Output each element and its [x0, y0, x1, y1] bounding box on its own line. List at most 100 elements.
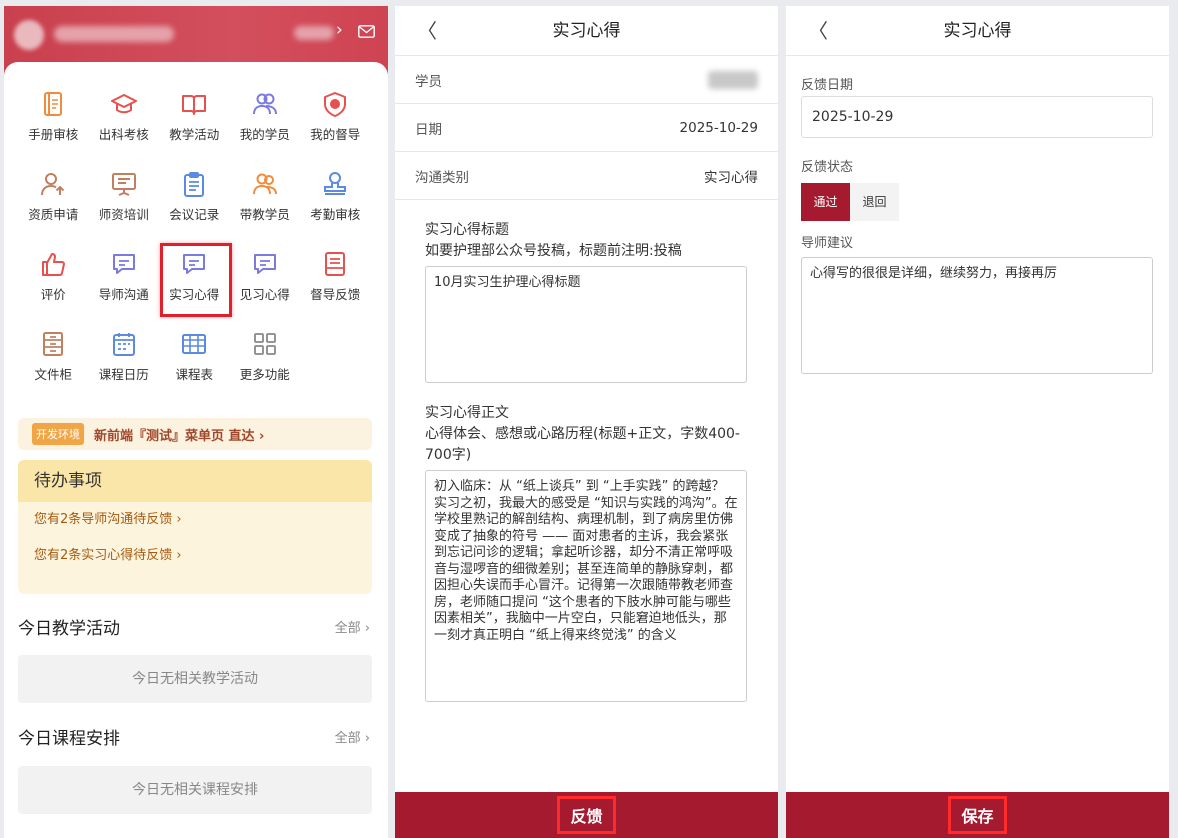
feedback-status-label: 反馈状态 — [801, 160, 854, 175]
apps-grid-icon — [253, 333, 276, 355]
teaching-students-icon — [252, 173, 277, 195]
feedback-button[interactable]: 反馈 — [557, 796, 616, 834]
back-arrow-icon[interactable]: 〈 — [808, 6, 828, 56]
page-title: 实习心得 — [943, 21, 1012, 41]
grid-item-label: 见习心得 — [239, 288, 290, 302]
grid-item-19[interactable]: 更多功能 — [230, 320, 301, 400]
feedback-date-label: 反馈日期 — [801, 78, 854, 93]
grid-item-7[interactable]: 师资培训 — [89, 160, 160, 240]
essay-body-hint: 心得体会、感想或心路历程(标题+正文，字数400-700字) — [425, 426, 740, 463]
grid-item-12[interactable]: 导师沟通 — [89, 240, 160, 320]
chevron-right-icon[interactable]: › — [336, 20, 343, 40]
user-role-blurred — [294, 26, 334, 40]
open-book-icon — [182, 95, 207, 115]
feedback-form-icon — [325, 252, 346, 276]
grid-item-4[interactable]: 我的学员 — [230, 80, 301, 160]
grid-item-18[interactable]: 课程表 — [159, 320, 230, 400]
grid-item-15[interactable]: 督导反馈 — [300, 240, 371, 320]
essay-body-textarea[interactable]: 初入临床：从 “纸上谈兵” 到 “上手实践” 的跨越？ 实习之初，我最大的感受是… — [425, 470, 747, 702]
clipboard-icon — [184, 172, 205, 197]
today-activity-title: 今日教学活动 — [18, 619, 120, 639]
user-upload-icon — [41, 173, 65, 196]
user-name-blurred — [54, 26, 174, 42]
status-return-button[interactable]: 退回 — [850, 183, 899, 221]
essay-title-block: 实习心得标题 如要护理部公众号投稿，标题前注明:投稿 10月实习生护理心得标题 — [425, 220, 747, 387]
function-grid: 手册审核 出科考核 教学活动 我的学员 我的督导资质申请 师资培训 会议记录 带教学员 考勤审核… — [4, 80, 388, 400]
grid-item-label: 评价 — [40, 288, 66, 302]
feedback-screen: 〈 实习心得 反馈日期 反馈状态 通过 退回 导师建议 心得写的很很是详细，继续… — [786, 6, 1169, 838]
today-activity-empty: 今日无相关教学活动 — [18, 655, 372, 703]
status-pass-button[interactable]: 通过 — [801, 183, 850, 221]
grid-item-label: 督导反馈 — [310, 288, 361, 302]
feedback-status-toggle: 通过 退回 — [801, 183, 899, 221]
dev-env-tag: 开发环境 — [32, 423, 84, 445]
dev-env-banner[interactable]: 开发环境 新前端『测试』菜单页 直达 › — [18, 418, 372, 450]
page-title: 实习心得 — [552, 21, 621, 41]
type-value: 实习心得 — [704, 169, 758, 186]
save-button[interactable]: 保存 — [948, 796, 1007, 834]
graduation-cap-icon — [110, 94, 137, 114]
handbook-icon — [44, 92, 63, 116]
student-label: 学员 — [415, 73, 442, 90]
today-course-all-link[interactable]: 全部 › — [335, 727, 370, 746]
grid-item-14[interactable]: 见习心得 — [230, 240, 301, 320]
date-row: 日期 2025-10-29 — [395, 104, 778, 152]
grid-item-label: 文件柜 — [34, 368, 72, 382]
stamp-icon — [324, 172, 347, 195]
function-grid-row: 文件柜 课程日历 课程表 更多功能 — [4, 320, 388, 400]
today-activity-all-link[interactable]: 全部 › — [335, 617, 370, 636]
nav-bar: 〈 实习心得 — [395, 6, 778, 56]
grid-item-1[interactable]: 手册审核 — [18, 80, 89, 160]
grid-item-17[interactable]: 课程日历 — [89, 320, 160, 400]
today-course-empty: 今日无相关课程安排 — [18, 766, 372, 814]
grid-item-11[interactable]: 评价 — [18, 240, 89, 320]
shield-icon — [324, 92, 347, 117]
reflection-detail-screen: 〈 实习心得 学员 日期 2025-10-29 沟通类别 实习心得 实习心得标题… — [395, 6, 778, 838]
students-icon — [252, 93, 277, 115]
file-cabinet-icon — [43, 332, 64, 356]
todo-item-internship-reflection[interactable]: 您有2条实习心得待反馈 › — [18, 538, 372, 574]
home-screen: › 手册审核 出科考核 教学活动 我的学员 我的督导资质申请 师资培训 会议记录 带教学员 考勤… — [4, 6, 388, 838]
essay-body-block: 实习心得正文 心得体会、感想或心路历程(标题+正文，字数400-700字) 初入… — [425, 403, 747, 706]
avatar[interactable] — [14, 20, 44, 50]
grid-item-label: 带教学员 — [239, 208, 290, 222]
calendar-icon — [112, 333, 135, 356]
grid-item-label: 更多功能 — [239, 368, 290, 382]
essay-title-label: 实习心得标题 — [425, 222, 509, 238]
advice-label: 导师建议 — [801, 236, 854, 251]
grid-item-label: 课程日历 — [98, 368, 149, 382]
grid-item-label: 实习心得 — [169, 288, 220, 302]
grid-item-2[interactable]: 出科考核 — [89, 80, 160, 160]
dev-env-link[interactable]: 新前端『测试』菜单页 直达 › — [94, 425, 264, 444]
grid-item-16[interactable]: 文件柜 — [18, 320, 89, 400]
essay-title-hint: 如要护理部公众号投稿，标题前注明:投稿 — [425, 243, 682, 259]
grid-item-9[interactable]: 带教学员 — [230, 160, 301, 240]
todo-title: 待办事项 — [18, 460, 372, 502]
student-row: 学员 — [395, 56, 778, 104]
date-label: 日期 — [415, 121, 442, 138]
grid-item-label: 会议记录 — [169, 208, 220, 222]
grid-item-8[interactable]: 会议记录 — [159, 160, 230, 240]
grid-item-13[interactable]: 实习心得 — [159, 240, 232, 320]
grid-item-label: 我的学员 — [239, 128, 290, 142]
bottom-action-bar: 反馈 — [395, 792, 778, 838]
bottom-action-bar: 保存 — [786, 792, 1169, 838]
back-arrow-icon[interactable]: 〈 — [417, 6, 437, 56]
type-row: 沟通类别 实习心得 — [395, 152, 778, 200]
grid-item-6[interactable]: 资质申请 — [18, 160, 89, 240]
feedback-date-input[interactable] — [801, 96, 1153, 138]
advice-textarea[interactable]: 心得写的很很是详细，继续努力，再接再厉 — [801, 257, 1153, 374]
todo-panel: 待办事项 您有2条导师沟通待反馈 › 您有2条实习心得待反馈 › — [18, 460, 372, 594]
grid-item-5[interactable]: 我的督导 — [300, 80, 371, 160]
chat-bubble-icon — [253, 254, 276, 274]
grid-item-label: 课程表 — [175, 368, 213, 382]
grid-item-3[interactable]: 教学活动 — [159, 80, 230, 160]
essay-title-textarea[interactable]: 10月实习生护理心得标题 — [425, 266, 747, 383]
todo-item-mentor-communication[interactable]: 您有2条导师沟通待反馈 › — [18, 502, 372, 538]
grid-item-label: 资质申请 — [28, 208, 79, 222]
mail-icon[interactable] — [358, 25, 375, 38]
grid-item-10[interactable]: 考勤审核 — [300, 160, 371, 240]
student-name-blurred — [708, 70, 758, 89]
chat-bubble-icon — [183, 254, 206, 274]
date-value: 2025-10-29 — [679, 119, 758, 136]
